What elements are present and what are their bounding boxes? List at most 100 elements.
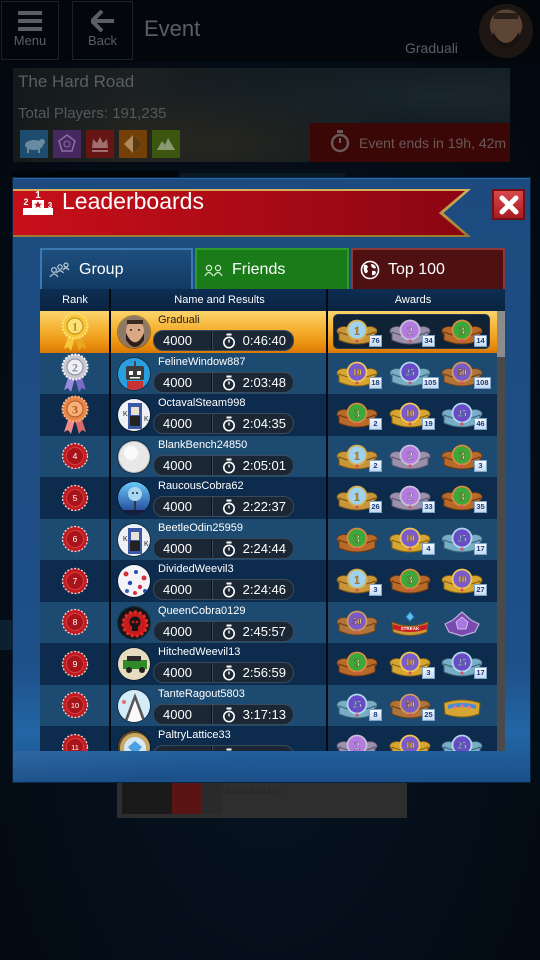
award-badge-first[interactable]: 13 [336,568,382,596]
award-badge-top10[interactable]: 10 [389,734,431,751]
svg-text:K: K [144,541,149,548]
close-icon [499,195,518,214]
svg-text:2: 2 [354,739,360,752]
award-badge-second[interactable]: 2 [389,444,431,472]
svg-text:10: 10 [71,701,79,710]
svg-text:10: 10 [406,533,416,543]
player-avatar[interactable] [117,315,151,349]
award-badge-first[interactable]: 12 [336,444,382,472]
award-badge-first[interactable]: 1 76 [336,319,382,347]
award-badge-second[interactable]: 2 34 [389,319,435,347]
top50-award-icon: 50 [336,610,378,635]
gear-skull-avatar-icon [118,606,150,639]
player-avatar[interactable]: KK [117,398,151,432]
award-badge-pentagon[interactable] [441,610,483,638]
player-time: 2:45:57 [242,623,286,639]
pentagon-award-icon [444,610,480,637]
player-avatar[interactable] [117,647,151,681]
pill-divider [211,331,212,350]
player-avatar[interactable] [117,439,151,474]
award-badge-first[interactable]: 1 26 [336,485,382,513]
award-badge-third[interactable]: 3 [336,527,378,555]
award-badge-third[interactable]: 3 35 [441,485,487,513]
column-header-name: Name and Results [174,294,265,306]
leaderboard-table: Rank Name and Results Awards 1 Graduali 4… [40,289,505,751]
award-count: 108 [474,376,491,389]
player-name: PaltryLattice33 [158,729,231,741]
player-avatar[interactable] [117,356,151,391]
award-badge-top25[interactable]: 25 105 [389,361,439,389]
menu-button[interactable]: Menu [1,1,59,60]
user-avatar[interactable] [479,4,533,58]
rank-badge: 7 [40,560,110,602]
player-name: FelineWindow887 [158,355,246,368]
back-label: Back [88,33,117,48]
award-badge-top25[interactable]: 25 17 [441,527,487,555]
gem-ring-avatar-icon [118,731,150,751]
player-avatar[interactable] [117,730,151,751]
third-award-icon: 3 [336,527,378,552]
award-count: 3 [474,459,487,472]
award-badge-top10[interactable]: 10 27 [441,568,487,596]
pill-divider [211,704,212,724]
award-badge-top10[interactable]: 10 3 [389,651,435,679]
svg-text:25: 25 [353,699,363,709]
tab-group[interactable]: Group [40,248,193,289]
player-avatar[interactable] [117,605,151,640]
award-badge-streak[interactable]: STREAK [389,610,431,638]
award-badge-second[interactable]: 2 33 [389,485,435,513]
svg-text:50: 50 [353,616,363,626]
tab-friends[interactable]: Friends [195,248,349,289]
svg-text:3: 3 [354,531,360,545]
scrollbar-thumb[interactable] [497,311,505,357]
award-badge-top50[interactable]: 50 [336,610,378,638]
award-badge-second[interactable]: 2 [336,734,378,751]
rank-badge: 10 [40,685,110,727]
svg-text:3: 3 [72,402,78,416]
player-avatar[interactable] [117,688,151,723]
pill-divider [211,372,212,392]
award-badge-top25[interactable]: 25 8 [336,693,382,721]
event-timer-text: Event ends in 19h, 42m [359,134,507,151]
award-badge-third[interactable]: 3 14 [441,319,487,347]
background-card-thumbnail [122,782,222,814]
player-avatar[interactable]: KK [117,522,151,557]
result-pill: 4000 2:56:59 [153,662,294,683]
player-avatar[interactable] [117,481,151,515]
stopwatch-icon [223,458,235,473]
svg-text:10: 10 [353,367,363,377]
award-badge-top50[interactable]: 50 25 [389,693,435,721]
close-button[interactable] [492,189,525,220]
rank-chip-icon: 9 [61,650,89,677]
award-badge-third[interactable]: 3 [389,568,431,596]
back-arrow-icon [88,9,115,35]
award-badge-top10[interactable]: 10 19 [389,402,435,430]
background-card: □□□□□□□□□□ [117,782,407,818]
svg-text:1: 1 [354,448,360,462]
award-badge-third[interactable]: 32 [336,402,382,430]
svg-text:3: 3 [459,448,465,462]
rank-badge: 4 [40,436,110,478]
award-badge-gem[interactable] [441,693,483,721]
stopwatch-icon [223,707,235,722]
player-score: 4000 [163,499,192,514]
svg-text:25: 25 [458,658,468,668]
player-avatar[interactable] [117,564,151,598]
award-count: 4 [422,542,435,555]
award-count: 3 [369,584,382,596]
back-button[interactable]: Back [72,1,133,60]
award-badge-top50[interactable]: 50 108 [441,361,491,389]
award-badge-top25[interactable]: 25 17 [441,651,487,679]
tab-top-100[interactable]: Top 100 [351,248,505,289]
award-badge-top25[interactable]: 25 46 [441,402,487,430]
award-badge-third[interactable]: 3 [336,651,378,679]
svg-text:7: 7 [73,576,78,586]
confetti-avatar-icon [118,565,150,597]
award-badge-top10[interactable]: 10 4 [389,527,435,555]
award-badge-top10[interactable]: 10 18 [336,361,382,389]
award-badge-top25[interactable]: 25 [441,734,483,751]
scrollbar[interactable] [497,311,505,751]
rank-badge: 1 [40,311,110,353]
result-pill: 4000 2:22:37 [153,496,294,517]
award-badge-third[interactable]: 33 [441,444,487,472]
